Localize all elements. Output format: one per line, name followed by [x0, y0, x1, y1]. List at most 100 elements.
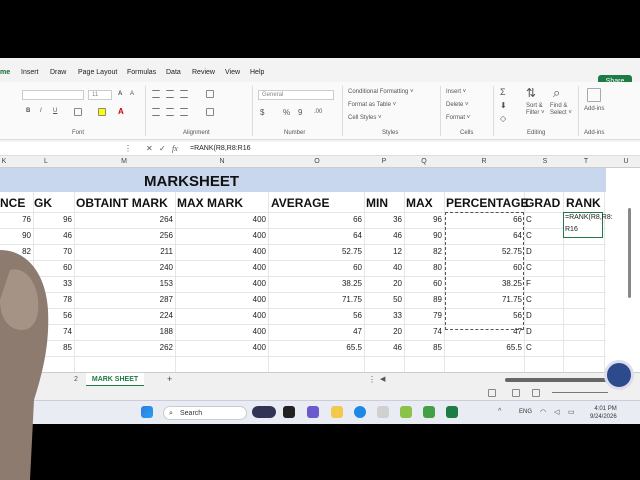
- data-cell[interactable]: 56: [353, 311, 362, 320]
- column-header[interactable]: R: [474, 158, 494, 165]
- italic-icon[interactable]: I: [40, 108, 42, 114]
- fill-color-icon[interactable]: [98, 108, 106, 116]
- format-cells-button[interactable]: Format ˅: [446, 115, 470, 121]
- tab-review[interactable]: Review: [192, 69, 215, 76]
- underline-icon[interactable]: U: [53, 108, 57, 114]
- task-view-icon[interactable]: [283, 406, 295, 418]
- data-cell[interactable]: 46: [393, 343, 402, 352]
- data-cell[interactable]: 38.25: [502, 279, 522, 288]
- grade-cell[interactable]: C: [526, 343, 532, 352]
- page-break-view-icon[interactable]: [532, 389, 540, 397]
- data-cell[interactable]: 90: [22, 231, 31, 240]
- column-header[interactable]: K: [0, 158, 8, 165]
- column-header[interactable]: O: [300, 158, 334, 165]
- clear-icon[interactable]: ◇: [500, 114, 506, 123]
- active-cell[interactable]: =RANK(R8,R8: R16: [563, 212, 613, 238]
- data-cell[interactable]: 400: [253, 327, 266, 336]
- column-header[interactable]: S: [537, 158, 553, 165]
- header-cell[interactable]: GRAD: [525, 196, 560, 210]
- find-select-button[interactable]: Find & Select ˅: [550, 103, 572, 117]
- tray-chevron-icon[interactable]: ^: [498, 408, 501, 415]
- data-cell[interactable]: 60: [353, 263, 362, 272]
- wrap-text-icon[interactable]: [206, 90, 214, 98]
- data-cell[interactable]: 400: [253, 279, 266, 288]
- page-layout-view-icon[interactable]: [512, 389, 520, 397]
- data-cell[interactable]: 65.5: [346, 343, 362, 352]
- scroll-left-icon[interactable]: ◀: [380, 375, 385, 383]
- data-cell[interactable]: 400: [253, 231, 266, 240]
- sort-filter-button[interactable]: Sort & Filter ˅: [526, 103, 545, 117]
- grade-cell[interactable]: C: [526, 215, 532, 224]
- data-cell[interactable]: 71.75: [502, 295, 522, 304]
- grade-cell[interactable]: D: [526, 247, 532, 256]
- data-cell[interactable]: 74: [433, 327, 442, 336]
- data-cell[interactable]: 400: [253, 311, 266, 320]
- column-header[interactable]: U: [620, 158, 632, 165]
- store-icon[interactable]: [377, 406, 389, 418]
- find-select-icon[interactable]: ⌕: [553, 85, 560, 101]
- data-cell[interactable]: 256: [160, 231, 173, 240]
- data-cell[interactable]: 240: [160, 263, 173, 272]
- font-color-icon[interactable]: A: [118, 107, 124, 116]
- data-cell[interactable]: 46: [393, 231, 402, 240]
- data-cell[interactable]: 211: [160, 247, 173, 256]
- grade-cell[interactable]: D: [526, 327, 532, 336]
- header-cell[interactable]: OBTAINT MARK: [76, 196, 168, 210]
- data-cell[interactable]: 90: [433, 231, 442, 240]
- font-size-combo[interactable]: 11: [88, 90, 112, 100]
- sheet-tab-marksheet[interactable]: MARK SHEET: [86, 373, 144, 387]
- data-cell[interactable]: 400: [253, 247, 266, 256]
- app-icon[interactable]: [400, 406, 412, 418]
- data-cell[interactable]: 96: [433, 215, 442, 224]
- horizontal-scrollbar[interactable]: [505, 378, 615, 382]
- windows-start-icon[interactable]: [141, 406, 153, 418]
- prev-sheet-tab[interactable]: 2: [74, 376, 78, 383]
- data-cell[interactable]: 52.75: [502, 247, 522, 256]
- grade-cell[interactable]: D: [526, 311, 532, 320]
- data-cell[interactable]: 66: [513, 215, 522, 224]
- bold-icon[interactable]: B: [26, 108, 30, 114]
- data-cell[interactable]: 89: [433, 295, 442, 304]
- column-header[interactable]: M: [100, 158, 148, 165]
- data-cell[interactable]: 50: [393, 295, 402, 304]
- battery-icon[interactable]: ▭: [568, 408, 575, 416]
- header-cell[interactable]: AVERAGE: [271, 196, 329, 210]
- decrease-font-icon[interactable]: A: [130, 91, 134, 97]
- data-cell[interactable]: 153: [160, 279, 173, 288]
- data-cell[interactable]: 66: [353, 215, 362, 224]
- tab-view[interactable]: View: [225, 69, 240, 76]
- cancel-icon[interactable]: ✕: [146, 144, 153, 153]
- increase-font-icon[interactable]: A: [118, 91, 122, 97]
- data-cell[interactable]: 65.5: [506, 343, 522, 352]
- data-cell[interactable]: 224: [160, 311, 173, 320]
- column-header[interactable]: P: [376, 158, 392, 165]
- insert-cells-button[interactable]: Insert ˅: [446, 89, 466, 95]
- data-cell[interactable]: 36: [393, 215, 402, 224]
- edge-icon[interactable]: [354, 406, 366, 418]
- increase-decimal-icon[interactable]: .00: [314, 109, 322, 115]
- data-cell[interactable]: 40: [393, 263, 402, 272]
- addins-icon[interactable]: [587, 88, 601, 102]
- align-left-icon[interactable]: [152, 108, 160, 116]
- tab-draw[interactable]: Draw: [50, 69, 66, 76]
- widget-icon[interactable]: [252, 406, 276, 418]
- data-cell[interactable]: 52.75: [342, 247, 362, 256]
- align-bottom-icon[interactable]: [180, 90, 188, 98]
- data-cell[interactable]: 64: [513, 231, 522, 240]
- data-cell[interactable]: 38.25: [342, 279, 362, 288]
- data-cell[interactable]: 47: [353, 327, 362, 336]
- tab-insert[interactable]: Insert: [21, 69, 39, 76]
- data-cell[interactable]: 33: [393, 311, 402, 320]
- data-cell[interactable]: 56: [513, 311, 522, 320]
- screen-recorder-icon[interactable]: [604, 360, 634, 390]
- taskbar-search[interactable]: ⌕ Search: [163, 406, 247, 420]
- align-middle-icon[interactable]: [166, 90, 174, 98]
- addins-button[interactable]: Add-ins: [584, 106, 604, 112]
- conditional-formatting-button[interactable]: Conditional Formatting ˅: [348, 89, 414, 95]
- normal-view-icon[interactable]: [488, 389, 496, 397]
- header-cell[interactable]: RANK: [566, 196, 601, 210]
- tab-data[interactable]: Data: [166, 69, 181, 76]
- tab-page-layout[interactable]: Page Layout: [78, 69, 117, 76]
- column-header[interactable]: L: [38, 158, 54, 165]
- comma-icon[interactable]: 9: [298, 108, 302, 117]
